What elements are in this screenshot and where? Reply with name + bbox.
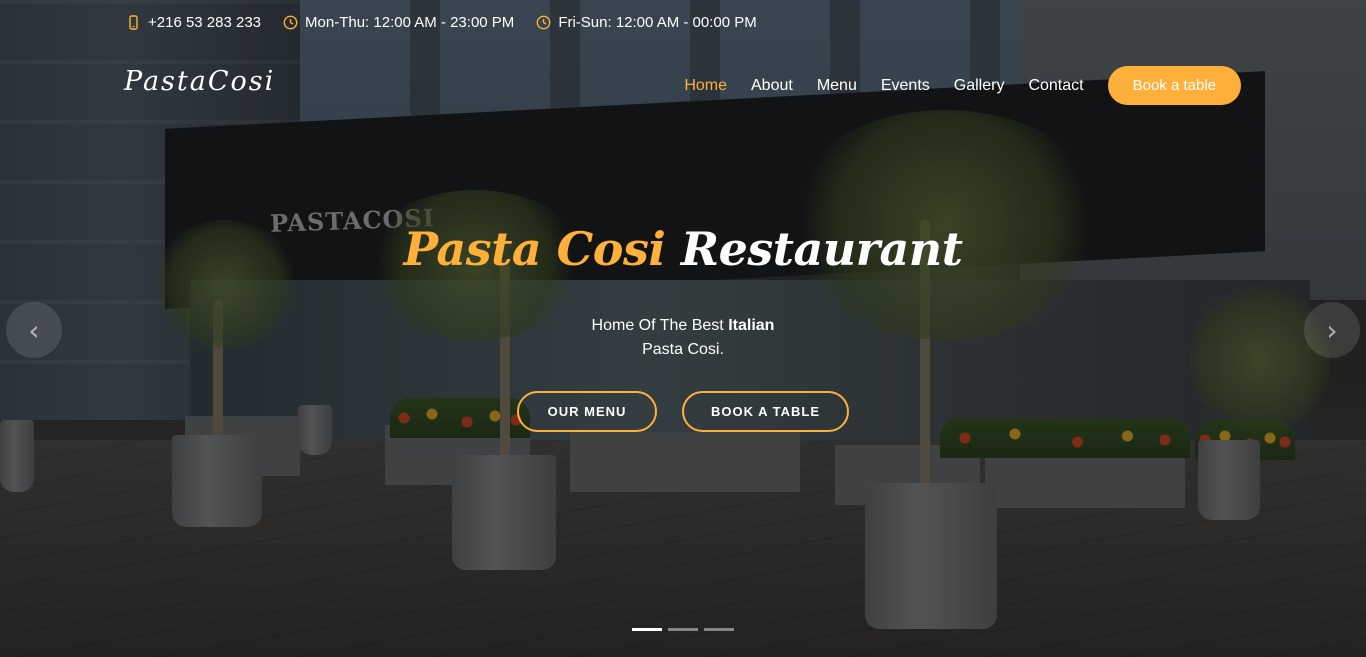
phone-info: +216 53 283 233 bbox=[126, 14, 261, 31]
weekend-hours: Fri-Sun: 12:00 AM - 00:00 PM bbox=[536, 14, 757, 31]
nav-home[interactable]: Home bbox=[684, 77, 727, 95]
chevron-right-icon: › bbox=[1326, 313, 1338, 347]
carousel-indicator-2[interactable] bbox=[668, 628, 698, 631]
hero-title-accent: Pasta Cosi bbox=[403, 222, 666, 276]
mobile-phone-icon bbox=[126, 15, 141, 30]
chevron-left-icon: ‹ bbox=[28, 313, 40, 347]
hero-title-rest: Restaurant bbox=[680, 222, 963, 276]
hero-subtitle-prefix: Home Of The Best bbox=[591, 317, 724, 334]
nav-about[interactable]: About bbox=[751, 77, 793, 95]
main-nav: Home About Menu Events Gallery Contact B… bbox=[660, 66, 1241, 105]
nav-events[interactable]: Events bbox=[881, 77, 930, 95]
hero-book-table-button[interactable]: BOOK A TABLE bbox=[682, 391, 849, 432]
weekday-hours-text: Mon-Thu: 12:00 AM - 23:00 PM bbox=[305, 14, 515, 31]
nav-menu[interactable]: Menu bbox=[817, 77, 857, 95]
clock-icon bbox=[536, 15, 551, 30]
weekend-hours-text: Fri-Sun: 12:00 AM - 00:00 PM bbox=[558, 14, 757, 31]
carousel-next-button[interactable]: › bbox=[1304, 302, 1360, 358]
hero-subtitle-line2: Pasta Cosi. bbox=[642, 341, 724, 358]
carousel-indicator-3[interactable] bbox=[704, 628, 734, 631]
our-menu-button[interactable]: OUR MENU bbox=[517, 391, 657, 432]
hero-subtitle: Home Of The Best Italian Pasta Cosi. bbox=[0, 314, 1366, 362]
carousel-indicators bbox=[632, 628, 734, 631]
hero-buttons: OUR MENU BOOK A TABLE bbox=[517, 391, 849, 432]
weekday-hours: Mon-Thu: 12:00 AM - 23:00 PM bbox=[283, 14, 514, 31]
site-logo[interactable]: PastaCosi bbox=[124, 66, 275, 97]
hero-subtitle-bold: Italian bbox=[728, 317, 775, 334]
clock-icon bbox=[283, 15, 298, 30]
book-a-table-button[interactable]: Book a table bbox=[1107, 66, 1241, 105]
top-info-bar: +216 53 283 233 Mon-Thu: 12:00 AM - 23:0… bbox=[126, 14, 757, 31]
carousel-indicator-1[interactable] bbox=[632, 628, 662, 631]
nav-gallery[interactable]: Gallery bbox=[954, 77, 1005, 95]
nav-contact[interactable]: Contact bbox=[1028, 77, 1083, 95]
carousel-prev-button[interactable]: ‹ bbox=[6, 302, 62, 358]
hero-title: Pasta Cosi Restaurant bbox=[0, 222, 1366, 276]
phone-number: +216 53 283 233 bbox=[148, 14, 262, 31]
